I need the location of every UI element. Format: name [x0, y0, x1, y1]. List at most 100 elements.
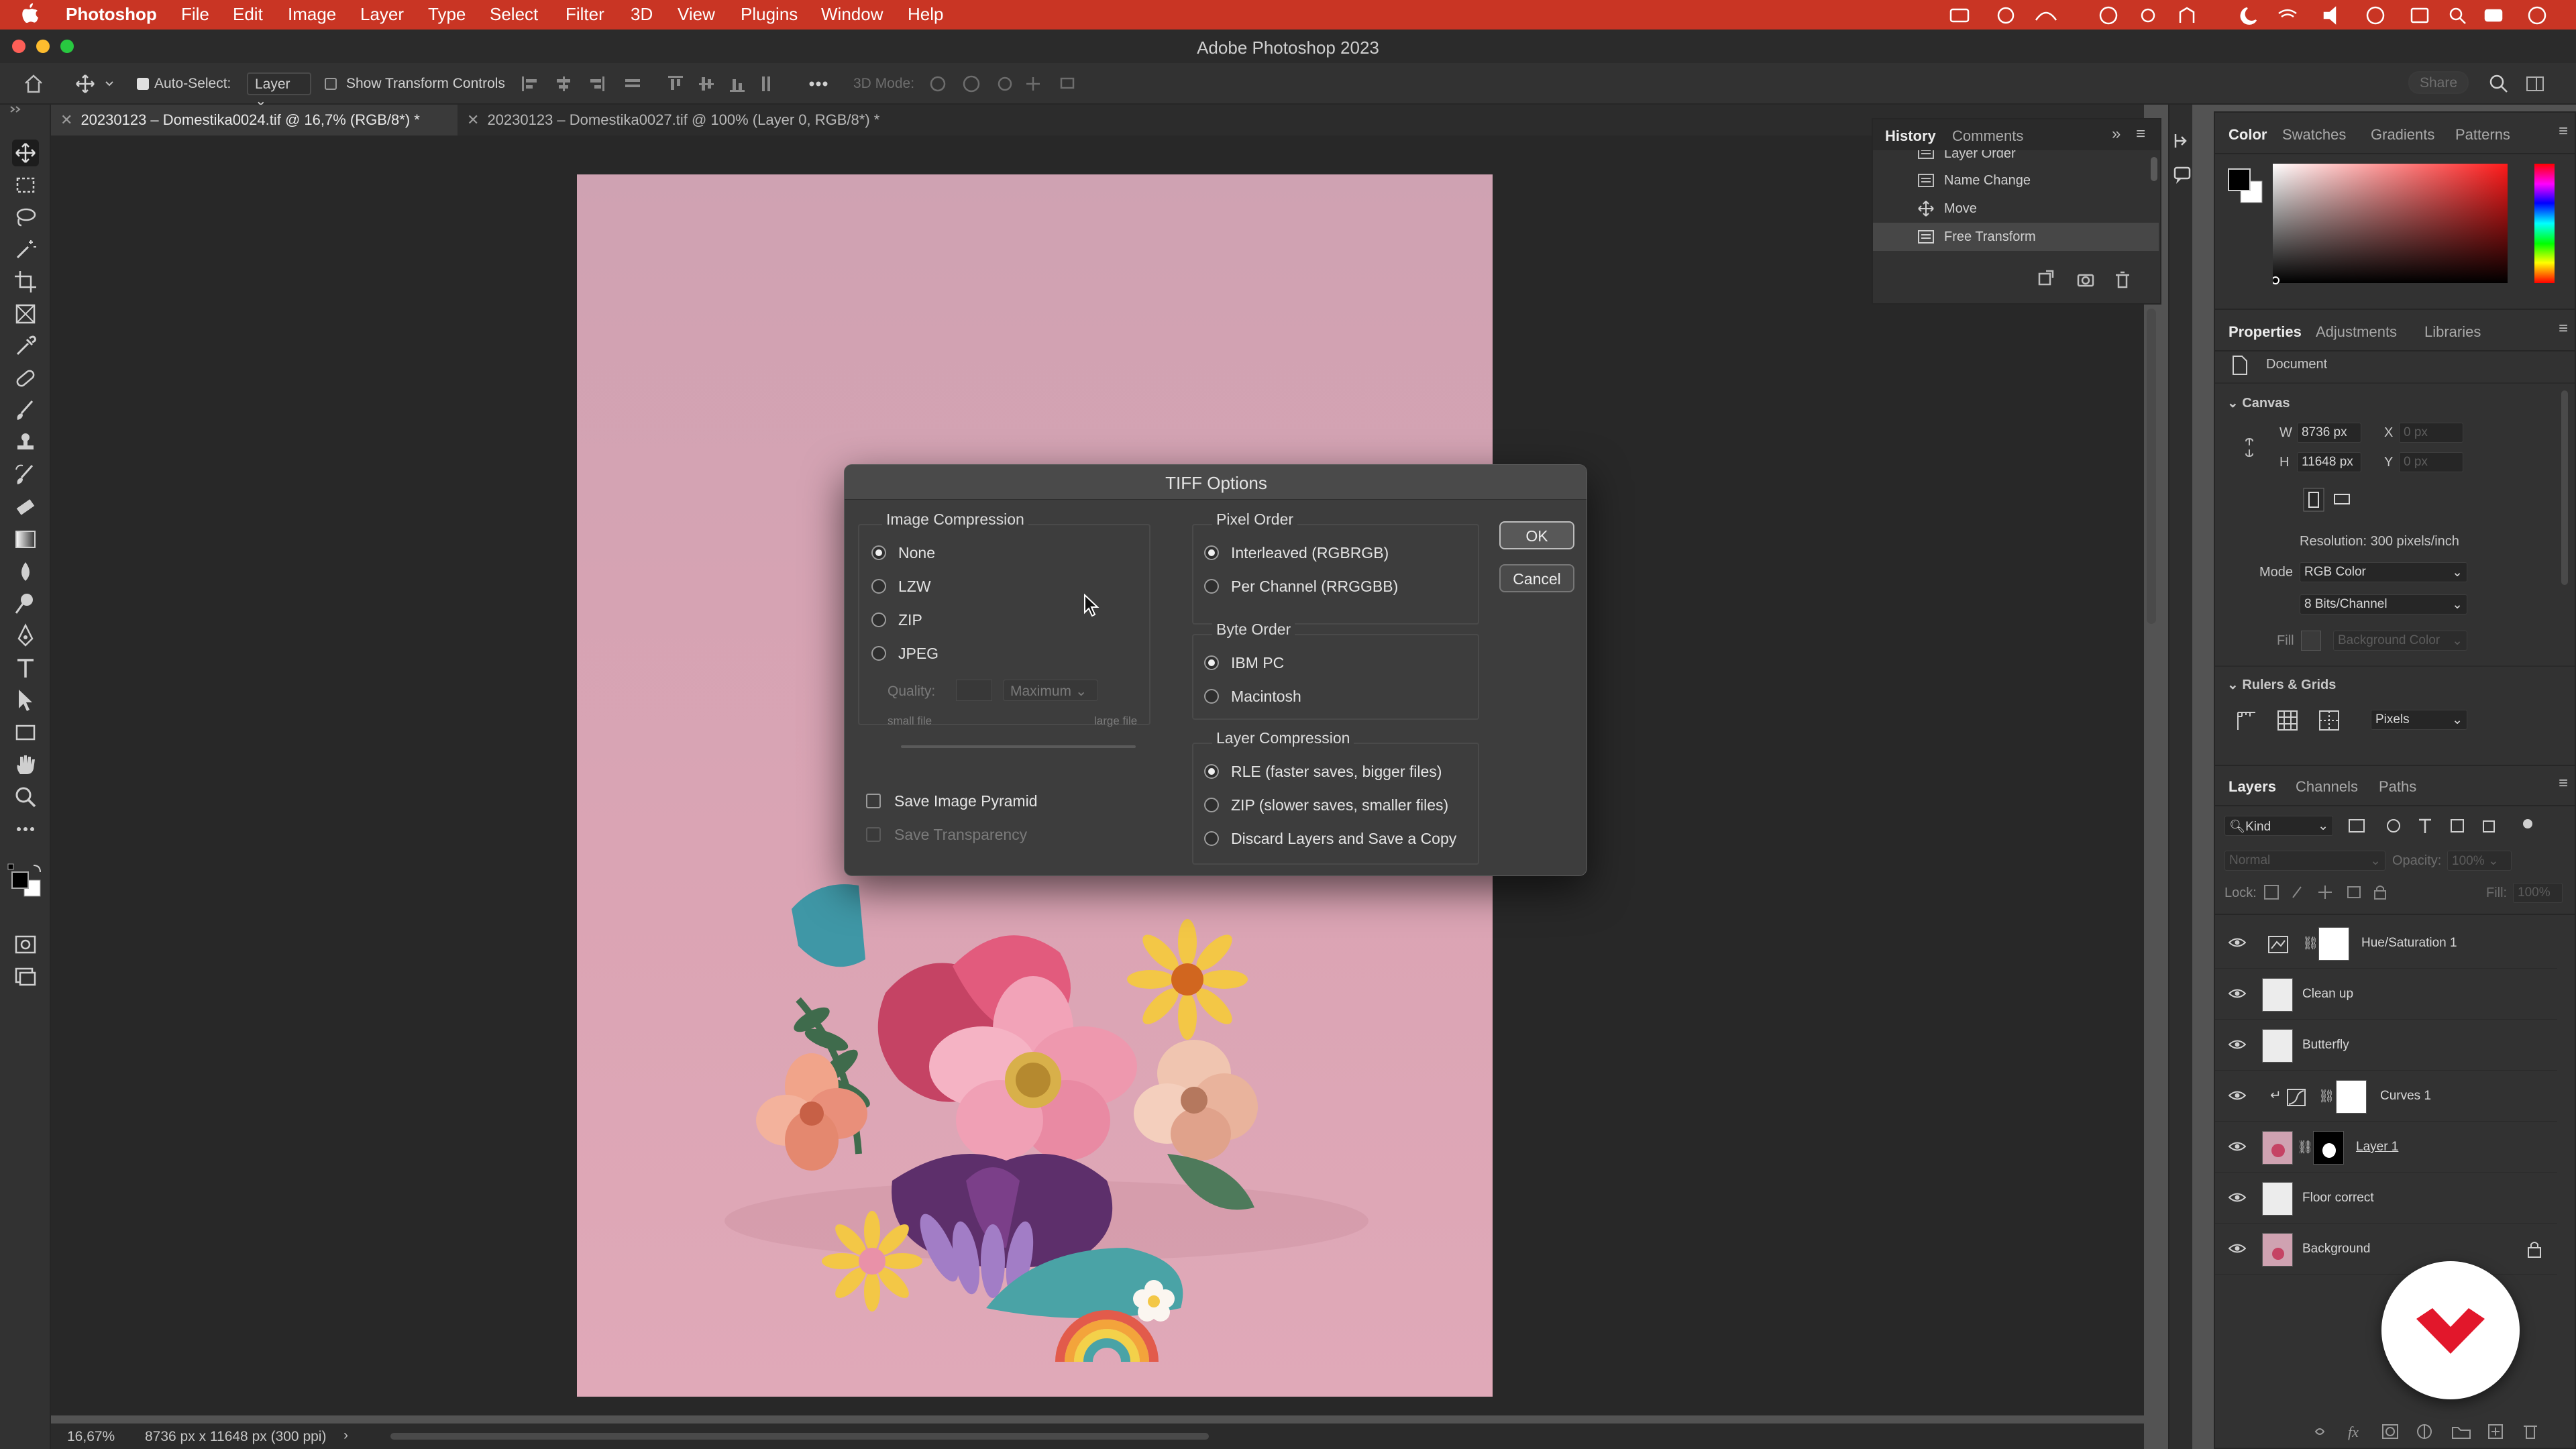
history-item[interactable]: Layer Order — [1873, 150, 2159, 166]
tab-channels[interactable]: Channels — [2296, 778, 2358, 796]
status-menu-arrow-icon[interactable]: › — [343, 1428, 348, 1444]
panel-menu-icon[interactable]: ≡ — [2559, 122, 2568, 141]
tab-adjustments[interactable]: Adjustments — [2316, 323, 2397, 341]
clone-stamp-tool-icon[interactable] — [12, 429, 39, 456]
eraser-tool-icon[interactable] — [12, 494, 39, 521]
move-tool-icon[interactable] — [12, 140, 39, 166]
apple-icon[interactable] — [21, 3, 39, 23]
fg-bg-color-icon[interactable] — [2226, 166, 2266, 207]
history-brush-tool-icon[interactable] — [12, 462, 39, 488]
hue-slider[interactable] — [2534, 164, 2561, 291]
history-panel-icon[interactable] — [2172, 131, 2192, 192]
align-distribute-icons[interactable] — [521, 74, 829, 94]
layer-filter-kind-dropdown[interactable]: 🔍︎Kind ⌄ — [2224, 816, 2333, 836]
close-tab-icon[interactable]: ✕ — [60, 111, 72, 128]
discard-layers-radio[interactable] — [1204, 831, 1219, 846]
canvas-x-field[interactable]: 0 px — [2399, 423, 2463, 443]
dodge-tool-icon[interactable] — [12, 590, 39, 617]
tab-libraries[interactable]: Libraries — [2424, 323, 2481, 341]
ibm-pc-label[interactable]: IBM PC — [1231, 654, 1284, 672]
ok-button[interactable]: OK — [1499, 521, 1574, 549]
visibility-eye-icon[interactable] — [2229, 1191, 2246, 1203]
layer-row-layer-1[interactable]: ⛓︎ Layer 1 — [2215, 1122, 2557, 1173]
fill-swatch[interactable] — [2301, 631, 2321, 651]
tab-history[interactable]: History — [1885, 127, 1936, 145]
bit-depth-dropdown[interactable]: 8 Bits/Channel ⌄ — [2300, 594, 2467, 614]
menu-file[interactable]: File — [181, 4, 209, 25]
frame-tool-icon[interactable] — [12, 301, 39, 327]
menu-type[interactable]: Type — [428, 4, 466, 25]
vertical-scrollbar[interactable] — [2147, 309, 2156, 624]
visibility-eye-icon[interactable] — [2229, 1089, 2246, 1102]
layer-row-curves[interactable]: ↵ ⛓︎ Curves 1 — [2215, 1071, 2557, 1122]
orientation-icons[interactable] — [2302, 487, 2356, 514]
tab-paths[interactable]: Paths — [2379, 778, 2416, 796]
menu-edit[interactable]: Edit — [233, 4, 263, 25]
pen-tool-icon[interactable] — [12, 623, 39, 649]
lock-options-icons[interactable] — [2263, 883, 2398, 903]
healing-brush-tool-icon[interactable] — [12, 365, 39, 392]
quick-mask-icon[interactable] — [12, 931, 39, 958]
brush-tool-icon[interactable] — [12, 397, 39, 424]
menu-view[interactable]: View — [678, 4, 715, 25]
history-item-current[interactable]: Free Transform — [1873, 223, 2159, 251]
per-channel-radio[interactable] — [1204, 579, 1219, 594]
tab-gradients[interactable]: Gradients — [2371, 126, 2434, 144]
panel-menu-icon[interactable]: ≡ — [2559, 774, 2568, 793]
layer-mask-thumbnail[interactable] — [2336, 1080, 2367, 1114]
color-swatches-icon[interactable] — [7, 863, 47, 903]
tab-swatches[interactable]: Swatches — [2282, 126, 2346, 144]
color-picker-field[interactable] — [2273, 164, 2514, 291]
visibility-eye-icon[interactable] — [2229, 987, 2246, 1000]
link-dimensions-icon[interactable] — [2243, 437, 2255, 458]
layer-name[interactable]: Floor correct — [2302, 1191, 2374, 1205]
interleaved-radio[interactable] — [1204, 545, 1219, 560]
show-transform-checkbox[interactable] — [325, 78, 337, 90]
layer-filter-icons[interactable] — [2347, 814, 2548, 837]
eyedropper-tool-icon[interactable] — [12, 333, 39, 360]
compression-zip-radio[interactable] — [871, 612, 886, 627]
canvas-section-toggle[interactable]: ⌄ Canvas — [2227, 394, 2290, 411]
visibility-eye-icon[interactable] — [2229, 1242, 2246, 1254]
interleaved-label[interactable]: Interleaved (RGBRGB) — [1231, 544, 1389, 562]
save-image-pyramid-checkbox[interactable] — [866, 794, 881, 808]
compression-none-label[interactable]: None — [898, 544, 935, 562]
history-actions-icons[interactable] — [2037, 270, 2151, 290]
history-item[interactable]: Name Change — [1873, 166, 2159, 195]
color-mode-dropdown[interactable]: RGB Color ⌄ — [2300, 562, 2467, 582]
lock-icon[interactable] — [2526, 1240, 2542, 1258]
type-tool-icon[interactable] — [12, 655, 39, 682]
layer-name[interactable]: Curves 1 — [2380, 1089, 2431, 1104]
layer-fill-field[interactable]: 100% — [2513, 883, 2563, 903]
close-tab-icon[interactable]: ✕ — [467, 111, 479, 128]
compression-jpeg-radio[interactable] — [871, 646, 886, 661]
rulers-grids-toggle[interactable]: ⌄ Rulers & Grids — [2227, 676, 2336, 693]
panel-menu-icon[interactable]: ≡ — [2559, 319, 2568, 338]
history-item[interactable]: Move — [1873, 195, 2159, 223]
properties-scrollbar[interactable] — [2561, 390, 2568, 585]
cancel-button[interactable]: Cancel — [1499, 564, 1574, 592]
visibility-eye-icon[interactable] — [2229, 1038, 2246, 1051]
panel-menu-icon[interactable]: ≡ — [2136, 125, 2145, 144]
save-image-pyramid-label[interactable]: Save Image Pyramid — [894, 792, 1037, 810]
workspace-icon[interactable] — [2525, 74, 2545, 94]
rulers-grid-guides-icons[interactable] — [2235, 707, 2349, 734]
share-button[interactable]: Share — [2408, 71, 2469, 94]
tab-comments[interactable]: Comments — [1952, 127, 2023, 145]
menu-layer[interactable]: Layer — [360, 4, 404, 25]
layer-row-hue-saturation[interactable]: ⛓︎ Hue/Saturation 1 — [2215, 918, 2557, 969]
menu-app[interactable]: Photoshop — [66, 4, 157, 25]
menu-window[interactable]: Window — [821, 4, 883, 25]
menu-image[interactable]: Image — [288, 4, 336, 25]
tab-color[interactable]: Color — [2229, 126, 2267, 144]
ibm-pc-radio[interactable] — [1204, 655, 1219, 670]
compression-none-radio[interactable] — [871, 545, 886, 560]
move-tool-preset-icon[interactable] — [75, 74, 115, 94]
visibility-eye-icon[interactable] — [2229, 936, 2246, 949]
menu-help[interactable]: Help — [908, 4, 943, 25]
menu-3d[interactable]: 3D — [631, 4, 653, 25]
auto-select-dropdown[interactable]: Layer ⌄ — [247, 72, 311, 109]
layer-row-clean-up[interactable]: Clean up — [2215, 969, 2557, 1020]
marquee-tool-icon[interactable] — [12, 172, 39, 199]
lasso-tool-icon[interactable] — [12, 204, 39, 231]
